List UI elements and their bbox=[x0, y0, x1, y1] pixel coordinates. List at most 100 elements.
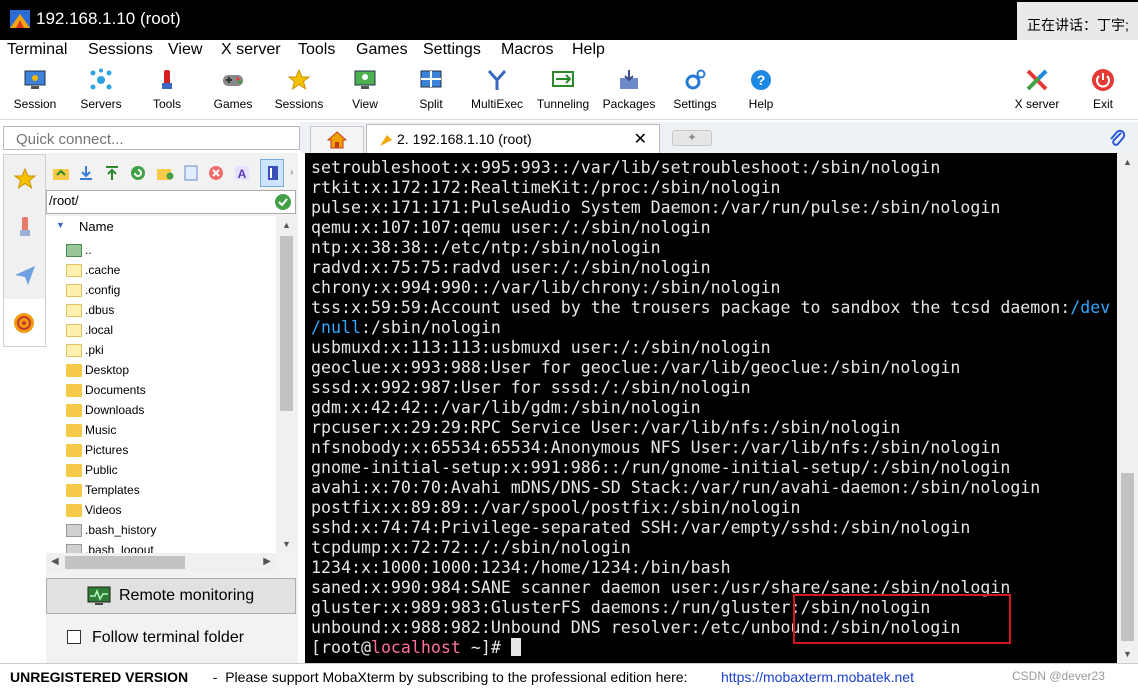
scroll-thumb[interactable] bbox=[280, 236, 293, 411]
mobaxterm-link[interactable]: https://mobaxterm.mobatek.net bbox=[721, 669, 914, 685]
tools-button[interactable]: Tools bbox=[134, 64, 200, 118]
svg-text:?: ? bbox=[757, 72, 766, 88]
paper-plane-icon bbox=[14, 265, 35, 285]
active-session-tab[interactable]: 2. 192.168.1.10 (root) ✕ bbox=[366, 124, 660, 153]
remote-monitoring-button[interactable]: Remote monitoring bbox=[46, 578, 296, 614]
file-row[interactable]: Desktop bbox=[66, 360, 129, 380]
scroll-up-icon[interactable]: ▲ bbox=[282, 220, 291, 230]
follow-terminal-checkbox[interactable] bbox=[67, 630, 81, 644]
packages-button[interactable]: Packages bbox=[596, 64, 662, 118]
tools-side-tab[interactable] bbox=[4, 203, 45, 250]
menu-macros[interactable]: Macros bbox=[501, 41, 553, 59]
scroll-down-icon[interactable]: ▼ bbox=[1123, 649, 1132, 659]
scroll-up-icon[interactable]: ▲ bbox=[1123, 157, 1132, 167]
new-file-icon[interactable] bbox=[184, 165, 198, 181]
sessions-side-tab[interactable] bbox=[4, 155, 45, 202]
hidden-files-toggle[interactable] bbox=[260, 159, 284, 187]
rename-icon[interactable]: A bbox=[234, 165, 250, 181]
terminal-line: chrony:x:994:990::/var/lib/chrony:/sbin/… bbox=[311, 278, 781, 297]
file-row[interactable]: .bash_logout bbox=[66, 540, 154, 553]
upload-icon[interactable] bbox=[104, 165, 120, 181]
file-row[interactable]: .bash_history bbox=[66, 520, 156, 540]
folder-icon bbox=[66, 463, 82, 477]
menu-view[interactable]: View bbox=[168, 41, 202, 59]
menu-tools[interactable]: Tools bbox=[298, 41, 335, 59]
menu-sessions[interactable]: Sessions bbox=[88, 41, 153, 59]
folder-icon bbox=[66, 503, 82, 517]
close-tab-icon[interactable]: ✕ bbox=[634, 129, 647, 149]
file-list: ▼ Name .. .cache .config .dbus .local .p… bbox=[46, 216, 276, 553]
red-highlight-box bbox=[793, 594, 1011, 644]
split-icon bbox=[420, 70, 442, 88]
menu-settings[interactable]: Settings bbox=[423, 41, 481, 59]
scroll-left-icon[interactable]: ◀ bbox=[51, 556, 59, 567]
terminal-line: rtkit:x:172:172:RealtimeKit:/proc:/sbin/… bbox=[311, 178, 781, 197]
scroll-thumb[interactable] bbox=[65, 556, 185, 569]
file-row[interactable]: Public bbox=[66, 460, 118, 480]
split-button[interactable]: Split bbox=[398, 64, 464, 118]
cyan-path: /null bbox=[311, 318, 361, 337]
scroll-thumb[interactable] bbox=[1121, 473, 1134, 641]
refresh-icon[interactable] bbox=[130, 165, 146, 181]
file-row[interactable]: .dbus bbox=[66, 300, 114, 320]
path-field[interactable]: /root/ bbox=[46, 190, 296, 214]
delete-icon[interactable] bbox=[208, 165, 224, 181]
file-row[interactable]: .. bbox=[66, 240, 92, 260]
sftp-side-tab[interactable] bbox=[4, 299, 45, 346]
tunneling-button[interactable]: Tunneling bbox=[530, 64, 596, 118]
games-button[interactable]: Games bbox=[200, 64, 266, 118]
file-list-header: ▼ Name bbox=[46, 216, 276, 236]
file-row[interactable]: Templates bbox=[66, 480, 140, 500]
servers-button[interactable]: Servers bbox=[68, 64, 134, 118]
parent-folder-icon[interactable] bbox=[52, 165, 70, 181]
exit-button[interactable]: Exit bbox=[1070, 64, 1136, 118]
file-row[interactable]: .pki bbox=[66, 340, 104, 360]
file-row[interactable]: Documents bbox=[66, 380, 146, 400]
terminal-scrollbar[interactable]: ▲ ▼ bbox=[1117, 153, 1138, 663]
file-row[interactable]: .local bbox=[66, 320, 113, 340]
sessions-button[interactable]: Sessions bbox=[266, 64, 332, 118]
session-button[interactable]: Session bbox=[2, 64, 68, 118]
new-folder-icon[interactable] bbox=[156, 165, 174, 181]
menu-terminal[interactable]: Terminal bbox=[7, 41, 67, 59]
scroll-right-icon[interactable]: ▶ bbox=[263, 556, 271, 567]
file-row[interactable]: Pictures bbox=[66, 440, 128, 460]
file-row[interactable]: Music bbox=[66, 420, 116, 440]
menu-games[interactable]: Games bbox=[356, 41, 408, 59]
name-column-header[interactable]: Name bbox=[79, 219, 114, 234]
terminal-line: rpcuser:x:29:29:RPC Service User:/var/li… bbox=[311, 418, 901, 437]
macros-side-tab[interactable] bbox=[4, 251, 45, 298]
x-server-button[interactable]: X server bbox=[1004, 64, 1070, 118]
scroll-down-icon[interactable]: ▼ bbox=[282, 539, 291, 549]
terminal-output[interactable]: setroubleshoot:x:995:993::/var/lib/setro… bbox=[305, 153, 1117, 663]
view-icon bbox=[354, 70, 376, 89]
attach-paperclip-icon[interactable] bbox=[1108, 128, 1126, 148]
file-row[interactable]: Downloads bbox=[66, 400, 144, 420]
terminal-text: setroubleshoot:x:995:993::/var/lib/setro… bbox=[311, 158, 1110, 658]
tools-icon bbox=[162, 70, 172, 89]
home-icon bbox=[326, 131, 348, 149]
quick-connect-input[interactable] bbox=[3, 126, 300, 150]
menu-x-server[interactable]: X server bbox=[221, 41, 281, 59]
download-icon[interactable] bbox=[78, 165, 94, 181]
settings-button[interactable]: Settings bbox=[662, 64, 728, 118]
menu-help[interactable]: Help bbox=[572, 41, 605, 59]
file-list-horizontal-scrollbar[interactable]: ◀ ▶ bbox=[46, 553, 276, 572]
new-tab-button[interactable]: ✦ bbox=[672, 130, 712, 146]
path-ok-icon[interactable] bbox=[275, 194, 291, 210]
view-button[interactable]: View bbox=[332, 64, 398, 118]
file-row[interactable]: .cache bbox=[66, 260, 120, 280]
sort-chevron-icon[interactable]: ▼ bbox=[56, 220, 65, 230]
terminal-line: postfix:x:89:89::/var/spool/postfix:/sbi… bbox=[311, 498, 801, 517]
toolbar-overflow-icon[interactable]: › bbox=[290, 167, 293, 178]
terminal-line: radvd:x:75:75:radvd user:/:/sbin/nologin bbox=[311, 258, 711, 277]
file-row[interactable]: Videos bbox=[66, 500, 121, 520]
help-button[interactable]: ? Help bbox=[728, 64, 794, 118]
terminal-line: tcpdump:x:72:72::/:/sbin/nologin bbox=[311, 538, 631, 557]
file-row[interactable]: .config bbox=[66, 280, 120, 300]
help-icon: ? bbox=[751, 70, 771, 90]
terminal-line: avahi:x:70:70:Avahi mDNS/DNS-SD Stack:/v… bbox=[311, 478, 1041, 497]
file-list-vertical-scrollbar[interactable]: ▲ ▼ bbox=[277, 216, 296, 553]
home-tab[interactable] bbox=[310, 126, 364, 153]
multiexec-button[interactable]: MultiExec bbox=[464, 64, 530, 118]
